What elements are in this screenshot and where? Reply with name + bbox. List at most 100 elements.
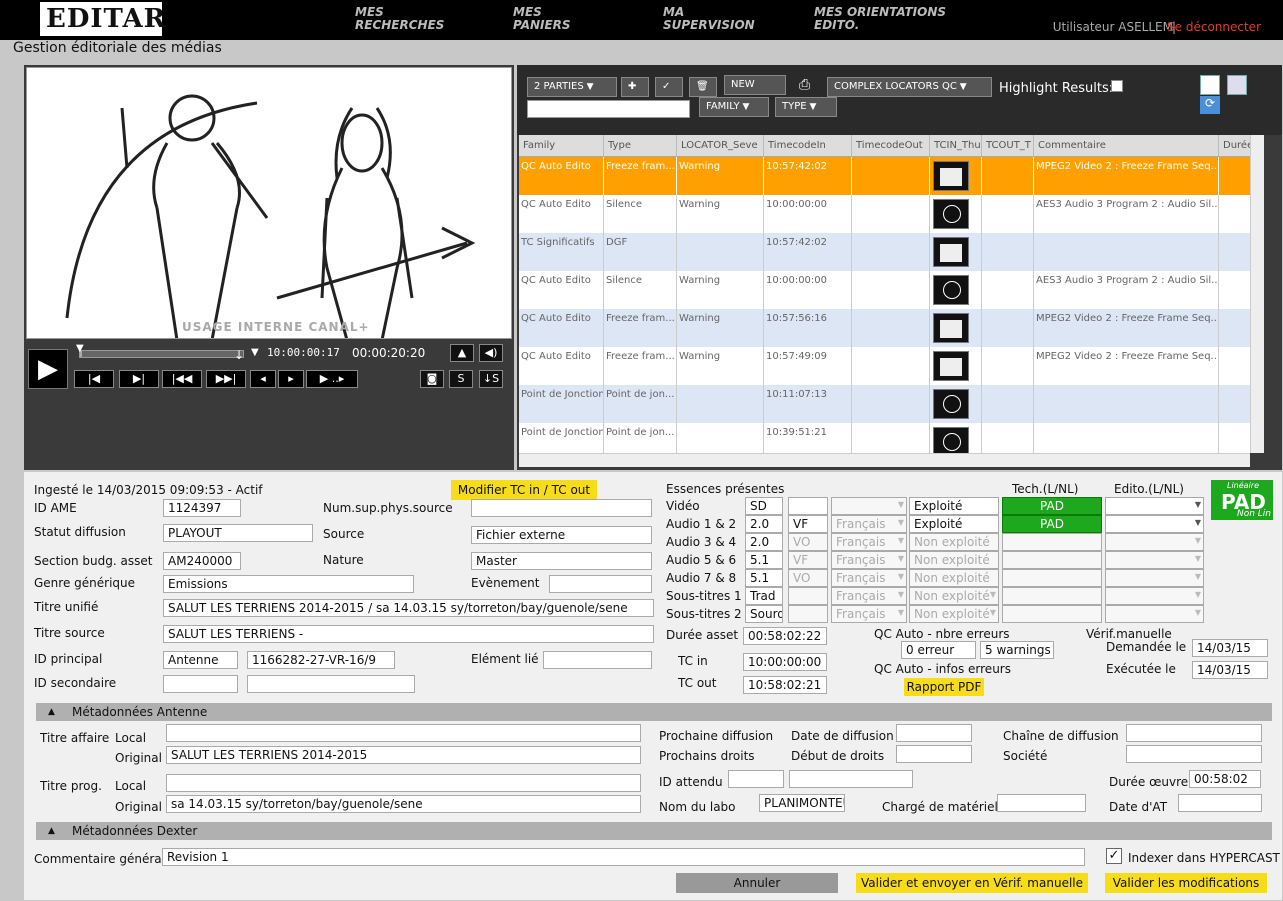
snapshot-export-icon[interactable]: ↓S	[479, 370, 503, 388]
video-frame[interactable]: USAGE INTERNE CANAL+	[26, 67, 512, 339]
seek-handle[interactable]: ▼	[251, 347, 259, 358]
rewind-button[interactable]: |◀◀	[162, 370, 202, 388]
frame-thumbnail[interactable]	[933, 237, 969, 267]
new-clip-button[interactable]: NEW CLIP	[724, 75, 786, 108]
essence-version[interactable]: VF	[788, 551, 828, 569]
titre-unifie-field[interactable]: SALUT LES TERRIENS 2014-2015 / sa 14.03.…	[163, 599, 654, 617]
essence-language[interactable]: Français	[831, 587, 907, 605]
column-header[interactable]: TimecodeIn	[764, 135, 852, 157]
debut-droits-field[interactable]	[896, 745, 972, 763]
date-at-field[interactable]	[1178, 794, 1262, 812]
essence-edito-select[interactable]	[1105, 497, 1204, 515]
essence-version[interactable]: VO	[788, 533, 828, 551]
column-header[interactable]: LOCATOR_Seve	[677, 135, 764, 157]
camera-icon[interactable]: ◙	[420, 370, 444, 388]
table-row[interactable]: QC Auto Edito Silence Warning 10:00:00:00 AE…	[519, 271, 1264, 309]
essence-language[interactable]	[831, 497, 907, 515]
essence-language[interactable]: Français	[831, 533, 907, 551]
column-header[interactable]: Type	[604, 135, 677, 157]
add-icon[interactable]: ✚	[621, 77, 649, 97]
id-principal-type[interactable]: Antenne	[163, 651, 238, 669]
essence-format[interactable]: SD	[745, 497, 783, 515]
commentaire-field[interactable]: Revision 1	[162, 848, 1085, 866]
essence-format[interactable]: 5.1	[745, 551, 783, 569]
essence-language[interactable]: Français	[831, 551, 907, 569]
tc-in-field[interactable]: 10:00:00:00	[743, 653, 827, 671]
essence-tech[interactable]	[1002, 587, 1102, 605]
date-diff-field[interactable]	[896, 724, 972, 742]
app-logo[interactable]: EDITAR	[40, 2, 165, 36]
locators-dropdown[interactable]: COMPLEX LOCATORS QC	[827, 77, 992, 97]
column-header[interactable]: Commentaire	[1034, 135, 1219, 157]
mark-out-button[interactable]: ▸	[278, 370, 304, 388]
essence-edito-select[interactable]	[1105, 587, 1204, 605]
essence-status[interactable]: Exploité	[909, 515, 999, 533]
meta-dexter-header[interactable]: Métadonnées Dexter	[36, 822, 1272, 840]
charge-field[interactable]	[997, 794, 1086, 812]
meta-antenne-header[interactable]: Métadonnées Antenne	[36, 703, 1272, 721]
refresh-icon[interactable]: ⟳	[1200, 96, 1220, 114]
seek-start-marker[interactable]: ▼	[76, 343, 84, 354]
type-filter[interactable]: TYPE	[775, 97, 837, 117]
validate-icon[interactable]: ✓	[655, 77, 683, 97]
essence-tech[interactable]: PAD	[1002, 515, 1102, 533]
element-lie-field[interactable]	[543, 651, 652, 669]
search-input[interactable]	[527, 100, 690, 118]
indexer-checkbox[interactable]: ✓	[1106, 848, 1122, 864]
societe-field[interactable]	[1126, 745, 1262, 763]
essence-status[interactable]: Non exploité	[909, 587, 999, 605]
snapshot-icon[interactable]: S	[449, 370, 473, 388]
column-header[interactable]: Family	[519, 135, 604, 157]
essence-version[interactable]: VF	[788, 515, 828, 533]
column-header[interactable]: TCOUT_T	[982, 135, 1034, 157]
valider-button[interactable]: Valider les modifications	[1105, 873, 1267, 893]
table-row[interactable]: TC Significatifs DGF 10:57:42:02	[519, 233, 1264, 271]
column-header[interactable]: TimecodeOut	[852, 135, 930, 157]
nav-mes-recherches[interactable]: MES RECHERCHES	[355, 6, 465, 32]
labo-field[interactable]: PLANIMONTEU	[759, 794, 845, 812]
parts-dropdown[interactable]: 2 PARTIES	[527, 77, 617, 97]
nav-mes-orientations[interactable]: MES ORIENTATIONS EDITO.	[814, 6, 964, 32]
column-header[interactable]: TCIN_Thu	[930, 135, 982, 157]
essence-tech[interactable]: PAD	[1002, 497, 1102, 515]
executee-field[interactable]: 14/03/15	[1192, 661, 1268, 679]
clock-thumbnail-icon[interactable]	[933, 275, 969, 305]
essence-tech[interactable]	[1002, 533, 1102, 551]
id-attendu-type[interactable]	[728, 770, 784, 788]
essence-language[interactable]: Français	[831, 569, 907, 587]
modify-tc-button[interactable]: Modifier TC in / TC out	[451, 480, 597, 500]
table-row[interactable]: QC Auto Edito Freeze fram... Warning 10:57:…	[519, 157, 1264, 195]
essence-status[interactable]: Non exploité	[909, 569, 999, 587]
print-icon[interactable]: ⎙	[799, 77, 817, 97]
frame-thumbnail[interactable]	[933, 351, 969, 381]
essence-status[interactable]: Exploité	[909, 497, 999, 515]
seek-bar[interactable]	[79, 350, 244, 358]
essence-tech[interactable]	[1002, 551, 1102, 569]
statut-field[interactable]: PLAYOUT	[163, 524, 313, 542]
nav-ma-supervision[interactable]: MA SUPERVISION	[663, 6, 763, 32]
table-row[interactable]: Point de Jonction Point de jon... 10:39:51…	[519, 423, 1264, 453]
essence-status[interactable]: Non exploité	[909, 533, 999, 551]
essence-language[interactable]: Français	[831, 515, 907, 533]
essence-format[interactable]: 2.0	[745, 533, 783, 551]
nature-field[interactable]: Master	[471, 552, 652, 570]
annuler-button[interactable]: Annuler	[676, 873, 838, 893]
volume-icon[interactable]: ◀)	[479, 344, 503, 362]
trash-icon[interactable]: 🗑	[689, 77, 717, 97]
rapport-pdf-button[interactable]: Rapport PDF	[904, 678, 984, 696]
demandee-field[interactable]: 14/03/15	[1192, 639, 1268, 657]
frame-thumbnail[interactable]	[933, 161, 969, 191]
essence-status[interactable]: Non exploité	[909, 551, 999, 569]
tc-out-field[interactable]: 10:58:02:21	[743, 676, 827, 694]
titre-affaire-local[interactable]	[166, 724, 641, 742]
id-principal-field[interactable]: 1166282-27-VR-16/9	[247, 651, 395, 669]
table-row[interactable]: Point de Jonction Point de jon... 10:11:07…	[519, 385, 1264, 423]
clock-thumbnail-icon[interactable]	[933, 199, 969, 229]
essence-version[interactable]	[788, 587, 828, 605]
titre-prog-original[interactable]: sa 14.03.15 sy/torreton/bay/guenole/sene	[166, 795, 641, 813]
essence-version[interactable]	[788, 497, 828, 515]
clock-thumbnail-icon[interactable]	[933, 427, 969, 453]
play-button[interactable]: ▶	[28, 349, 68, 389]
chaine-field[interactable]	[1126, 724, 1262, 742]
num-sup-field[interactable]	[471, 499, 652, 517]
